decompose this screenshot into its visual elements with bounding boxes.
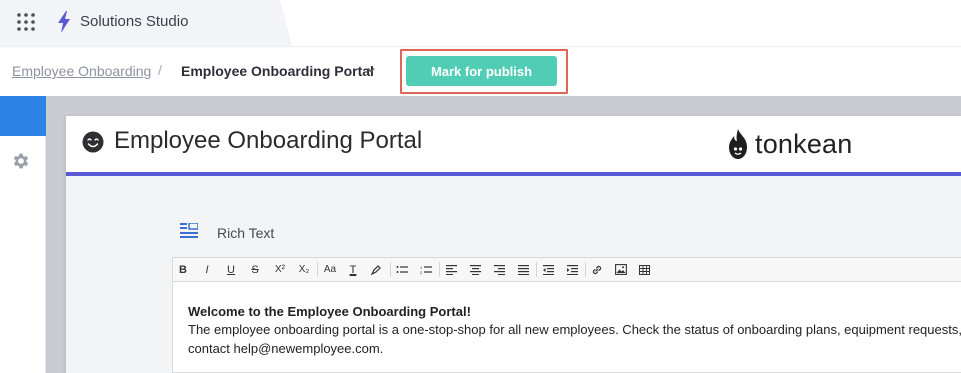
- editor-paragraph-line: The employee onboarding portal is a one-…: [188, 322, 961, 337]
- image-button[interactable]: [611, 257, 631, 282]
- breadcrumb-separator: /: [158, 62, 162, 78]
- highlight-button[interactable]: [366, 257, 386, 282]
- mark-for-publish-button[interactable]: Mark for publish: [406, 56, 557, 86]
- breadcrumb-parent-link[interactable]: Employee Onboarding: [12, 63, 151, 79]
- align-center-button[interactable]: [465, 257, 485, 282]
- link-icon: [592, 265, 602, 274]
- toolbar-separator: [317, 262, 318, 277]
- gear-icon[interactable]: [11, 151, 31, 171]
- superscript-button[interactable]: X²: [270, 257, 290, 282]
- editor-paragraph-line: contact help@newemployee.com.: [188, 341, 384, 356]
- highlighter-icon: [370, 264, 381, 275]
- font-size-button[interactable]: Aa: [320, 257, 340, 282]
- numbered-list-button[interactable]: 12: [416, 257, 436, 282]
- svg-text:2: 2: [420, 270, 423, 275]
- app-title: Solutions Studio: [80, 13, 189, 30]
- bold-button[interactable]: B: [173, 257, 193, 282]
- indent-icon: [566, 264, 578, 275]
- flame-icon: [729, 129, 747, 159]
- rail-active-item[interactable]: [0, 96, 46, 136]
- italic-button[interactable]: I: [197, 257, 217, 282]
- bullet-list-icon: [396, 265, 408, 273]
- subscript-button[interactable]: X₂: [294, 257, 314, 282]
- breadcrumb-current[interactable]: Employee Onboarding Portal: [181, 63, 374, 79]
- numbered-list-icon: 12: [420, 265, 432, 275]
- top-bar-divider: [0, 46, 961, 48]
- rich-text-label: Rich Text: [217, 225, 275, 241]
- align-right-icon: [493, 264, 505, 275]
- rich-text-icon: [180, 223, 198, 238]
- bullet-list-button[interactable]: [392, 257, 412, 282]
- text-color-button[interactable]: T: [343, 257, 363, 282]
- indent-button[interactable]: [562, 257, 582, 282]
- outdent-icon: [542, 264, 554, 275]
- left-rail: [0, 96, 46, 373]
- align-left-icon: [445, 264, 457, 275]
- editor-heading: Welcome to the Employee Onboarding Porta…: [188, 304, 471, 319]
- strikethrough-button[interactable]: S: [245, 257, 265, 282]
- underline-button[interactable]: U: [221, 257, 241, 282]
- align-justify-icon: [517, 264, 529, 275]
- align-left-button[interactable]: [441, 257, 461, 282]
- outdent-button[interactable]: [538, 257, 558, 282]
- smile-icon: [82, 131, 104, 153]
- brand-wordmark: tonkean: [755, 129, 853, 159]
- toolbar-separator: [390, 262, 391, 277]
- grid-dots-icon[interactable]: [16, 12, 36, 32]
- chevron-down-icon[interactable]: [366, 65, 376, 75]
- link-button[interactable]: [587, 257, 607, 282]
- portal-title: Employee Onboarding Portal: [114, 127, 423, 154]
- align-right-button[interactable]: [489, 257, 509, 282]
- image-icon: [615, 264, 627, 275]
- toolbar-separator: [585, 262, 586, 277]
- table-icon: [638, 264, 650, 275]
- toolbar-separator: [439, 262, 440, 277]
- align-center-icon: [469, 264, 481, 275]
- table-button[interactable]: [634, 257, 654, 282]
- align-justify-button[interactable]: [513, 257, 533, 282]
- bolt-icon: [58, 11, 70, 33]
- toolbar-separator: [536, 262, 537, 277]
